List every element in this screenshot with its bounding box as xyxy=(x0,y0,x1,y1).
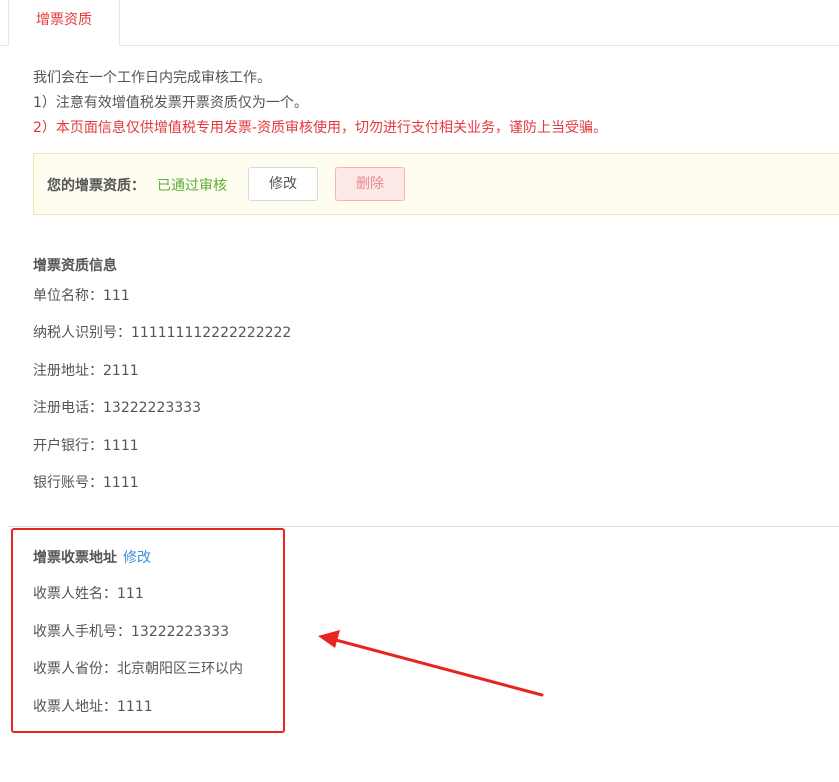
company-name-row: 单位名称：111 xyxy=(33,288,130,304)
notice-single-qualification: 1）注意有效增值税发票开票资质仅为一个。 xyxy=(33,95,308,111)
notice-warning: 2）本页面信息仅供增值税专用发票-资质审核使用，切勿进行支付相关业务，谨防上当受… xyxy=(33,120,607,136)
tab-bar: 增票资质 xyxy=(0,0,839,47)
section-divider xyxy=(8,526,839,527)
annotation-arrow-icon xyxy=(318,630,544,697)
taxpayer-id-row: 纳税人识别号：111111112222222222 xyxy=(33,325,292,341)
status-label: 您的增票资质： xyxy=(47,178,145,194)
status-badge: 已通过审核 xyxy=(157,178,227,194)
edit-qualification-button[interactable]: 修改 xyxy=(248,167,318,201)
bank-name-row: 开户银行：1111 xyxy=(33,438,139,454)
bank-account-row: 银行账号：1111 xyxy=(33,475,139,491)
registered-address-row: 注册地址：2111 xyxy=(33,363,139,379)
qualification-status-panel: 您的增票资质： 已通过审核 修改 删除 xyxy=(33,153,839,215)
qualification-info-title: 增票资质信息 xyxy=(33,258,117,274)
notice-review-time: 我们会在一个工作日内完成审核工作。 xyxy=(33,70,271,86)
tab-invoice-qualification[interactable]: 增票资质 xyxy=(8,0,120,47)
annotation-highlight-box xyxy=(11,528,285,733)
delete-qualification-button[interactable]: 删除 xyxy=(335,167,405,201)
registered-phone-row: 注册电话：13222223333 xyxy=(33,400,201,416)
